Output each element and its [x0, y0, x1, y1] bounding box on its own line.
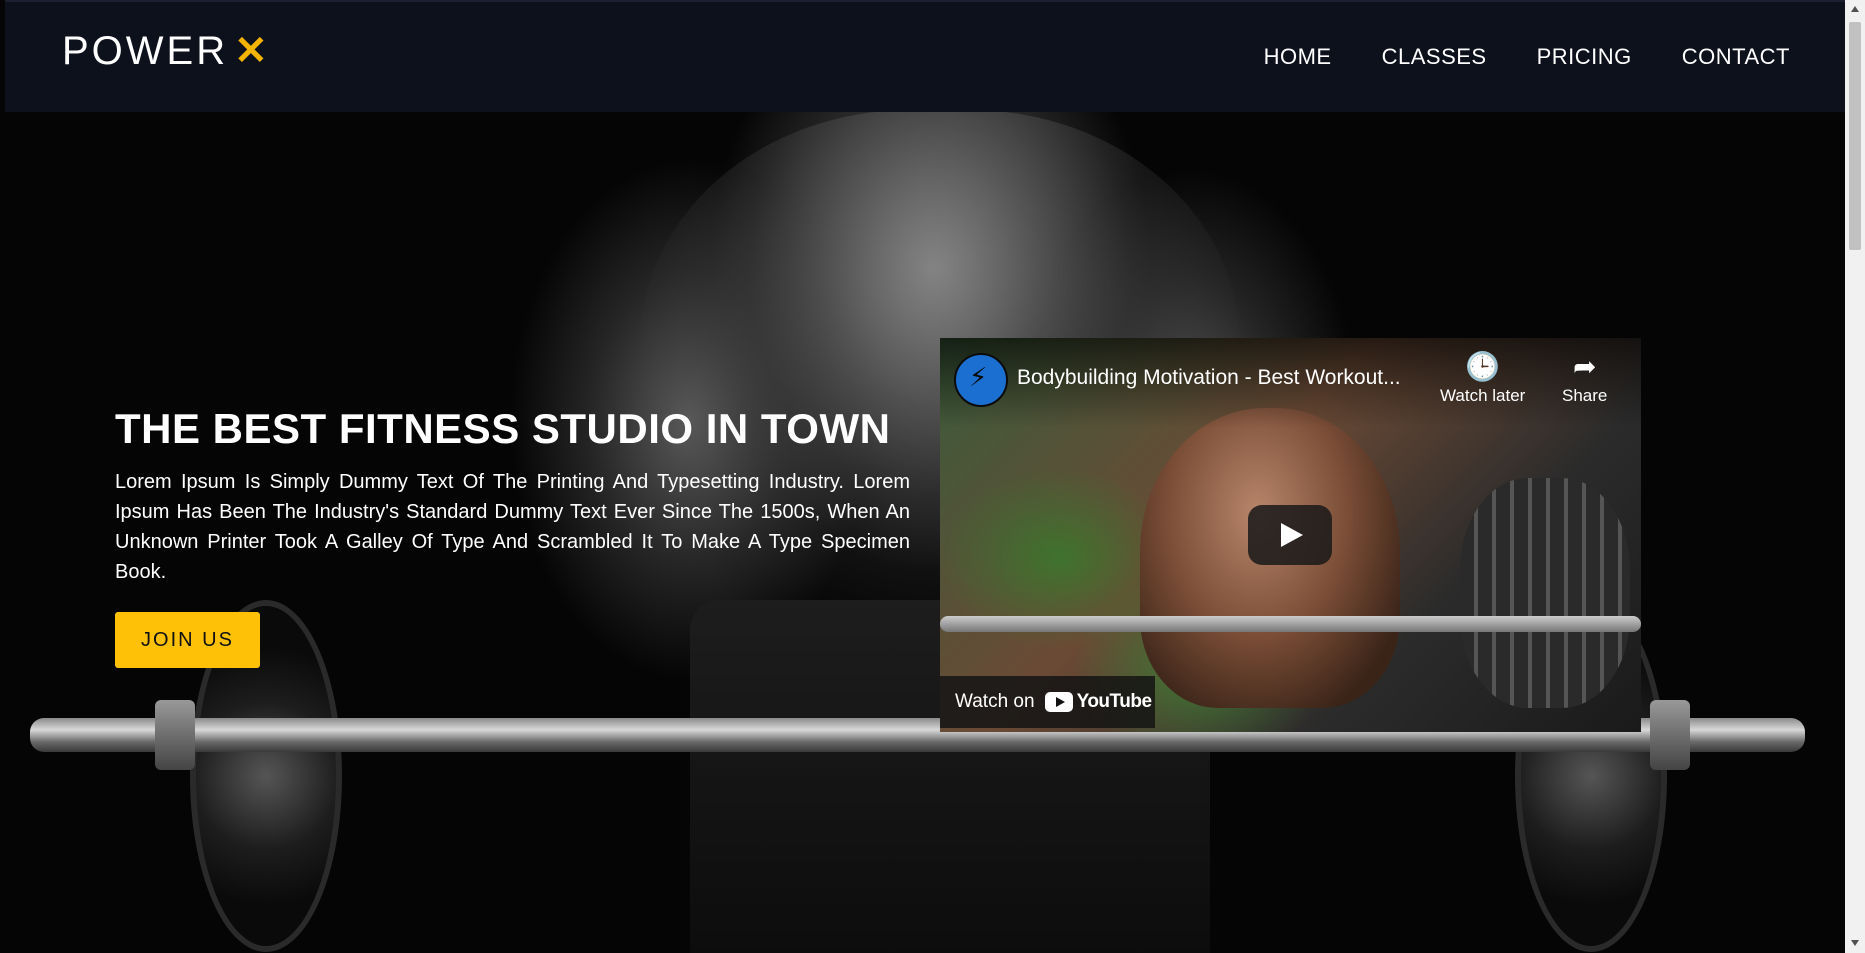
- youtube-logo: YouTube: [1044, 691, 1152, 713]
- youtube-video-embed[interactable]: Bodybuilding Motivation - Best Workout..…: [940, 338, 1641, 732]
- barbell-collar-right: [1650, 700, 1690, 770]
- hero-content: THE BEST FITNESS STUDIO IN TOWN Lorem Ip…: [115, 405, 910, 587]
- channel-avatar[interactable]: [954, 353, 1008, 407]
- video-title[interactable]: Bodybuilding Motivation - Best Workout..…: [1017, 366, 1437, 390]
- nav-link-pricing[interactable]: PRICING: [1537, 44, 1632, 70]
- nav-link-home[interactable]: HOME: [1264, 44, 1332, 70]
- nav-menu: HOME CLASSES PRICING CONTACT: [1264, 44, 1790, 70]
- page: POWER ✕ HOME CLASSES PRICING CONTACT THE …: [0, 0, 1845, 953]
- youtube-wordmark: YouTube: [1076, 691, 1152, 712]
- scroll-up-arrow-icon[interactable]: [1851, 6, 1859, 12]
- scrollbar-thumb[interactable]: [1849, 22, 1861, 250]
- play-button[interactable]: [1248, 505, 1332, 565]
- scroll-down-arrow-icon[interactable]: [1851, 940, 1859, 946]
- share-label: Share: [1562, 386, 1608, 405]
- join-us-button[interactable]: JOIN US: [115, 612, 260, 668]
- video-thumbnail-weight: [1460, 478, 1630, 708]
- navbar: POWER ✕ HOME CLASSES PRICING CONTACT: [5, 0, 1845, 112]
- share-button[interactable]: ➦ Share: [1562, 352, 1607, 406]
- video-thumbnail-bar: [940, 616, 1641, 632]
- vertical-scrollbar[interactable]: [1845, 0, 1865, 953]
- watch-on-youtube-link[interactable]: Watch on YouTube: [940, 676, 1155, 728]
- nav-link-contact[interactable]: CONTACT: [1682, 44, 1790, 70]
- watch-later-button[interactable]: 🕒 Watch later: [1440, 352, 1525, 406]
- logo-x-icon: ✕: [234, 29, 271, 73]
- site-logo[interactable]: POWER ✕: [62, 28, 271, 74]
- youtube-play-icon: [1044, 692, 1073, 712]
- barbell-collar-left: [155, 700, 195, 770]
- share-arrow-icon: ➦: [1572, 350, 1597, 383]
- clock-icon: 🕒: [1465, 350, 1501, 383]
- logo-text: POWER: [62, 29, 229, 73]
- hero-description: Lorem Ipsum Is Simply Dummy Text Of The …: [115, 471, 910, 583]
- hero-title: THE BEST FITNESS STUDIO IN TOWN: [115, 405, 891, 452]
- watch-later-label: Watch later: [1440, 386, 1526, 405]
- nav-link-classes[interactable]: CLASSES: [1382, 44, 1487, 70]
- watch-on-label: Watch on: [955, 691, 1035, 712]
